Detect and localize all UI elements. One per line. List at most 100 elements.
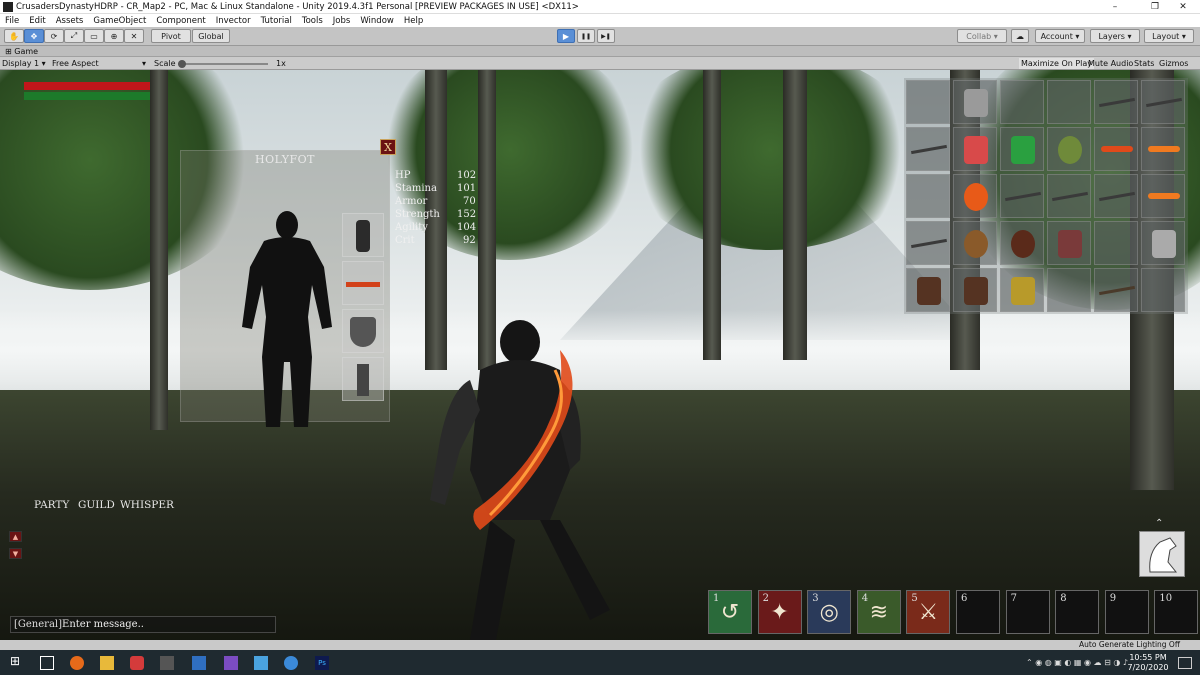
inventory-slot[interactable] — [1047, 268, 1091, 312]
menu-component[interactable]: Component — [151, 16, 210, 26]
scale-tool-icon[interactable]: ⤢ — [64, 29, 84, 43]
inventory-slot[interactable] — [953, 221, 997, 265]
hotbar-slot-4[interactable]: ≋ 4 — [856, 590, 901, 634]
hotbar-slot-3[interactable]: ◎ 3 — [807, 590, 852, 634]
menu-assets[interactable]: Assets — [51, 16, 89, 26]
step-button[interactable]: ▶❚ — [597, 29, 615, 43]
visual-studio-icon[interactable] — [224, 656, 238, 670]
hand-tool-icon[interactable]: ✋ — [4, 29, 24, 43]
pause-button[interactable]: ❚❚ — [577, 29, 595, 43]
inventory-slot[interactable] — [1141, 221, 1185, 265]
custom-tool-icon[interactable]: ✕ — [124, 29, 144, 43]
inventory-slot[interactable] — [1094, 268, 1138, 312]
app-icon[interactable] — [254, 656, 268, 670]
inventory-slot[interactable] — [1047, 127, 1091, 171]
inventory-slot[interactable] — [1141, 80, 1185, 124]
hotbar-slot-9[interactable]: 9 — [1104, 590, 1149, 634]
app-icon[interactable] — [130, 656, 144, 670]
equip-slot-boots[interactable] — [342, 357, 384, 401]
inventory-slot[interactable] — [1000, 174, 1044, 218]
clock-date[interactable]: 7/20/2020 — [1126, 663, 1170, 672]
inventory-slot[interactable] — [1094, 80, 1138, 124]
rotate-tool-icon[interactable]: ⟳ — [44, 29, 64, 43]
hotbar-slot-6[interactable]: 6 — [956, 590, 1000, 634]
windows-start-icon[interactable]: ⊞ — [10, 654, 24, 668]
aspect-dropdown[interactable]: Free Aspect ▾ — [52, 58, 148, 69]
menu-edit[interactable]: Edit — [24, 16, 50, 26]
app-icon[interactable] — [284, 656, 298, 670]
layers-dropdown[interactable]: Layers ▾ — [1090, 29, 1140, 43]
equip-slot-shield[interactable] — [342, 309, 384, 353]
inventory-slot[interactable] — [1000, 221, 1044, 265]
menu-jobs[interactable]: Jobs — [328, 16, 356, 26]
menu-invector[interactable]: Invector — [211, 16, 256, 26]
play-button[interactable]: ▶ — [557, 29, 575, 43]
close-panel-button[interactable]: X — [380, 139, 396, 155]
inventory-slot[interactable] — [953, 127, 997, 171]
hotbar-slot-7[interactable]: 7 — [1005, 590, 1050, 634]
inventory-slot[interactable] — [953, 268, 997, 312]
hotbar-slot-10[interactable]: 10 — [1154, 590, 1199, 634]
menu-file[interactable]: File — [0, 16, 24, 26]
display-dropdown[interactable]: Display 1 ▾ — [2, 58, 48, 69]
inventory-slot[interactable] — [1047, 174, 1091, 218]
inventory-slot[interactable] — [1094, 174, 1138, 218]
move-tool-icon[interactable]: ✥ — [24, 29, 44, 43]
minimize-button[interactable]: – — [1098, 0, 1132, 14]
scale-slider[interactable] — [178, 58, 270, 69]
maximize-on-play-toggle[interactable]: Maximize On Play — [1019, 58, 1095, 69]
inventory-slot[interactable] — [1141, 127, 1185, 171]
chat-scroll-up-button[interactable]: ▲ — [9, 531, 22, 542]
chat-scroll-down-button[interactable]: ▼ — [9, 548, 22, 559]
inventory-slot[interactable] — [1047, 221, 1091, 265]
pivot-toggle[interactable]: Pivot — [151, 29, 191, 43]
inventory-slot[interactable] — [906, 221, 950, 265]
hotbar-slot-1[interactable]: ↺ 1 — [708, 590, 752, 634]
file-explorer-icon[interactable] — [100, 656, 114, 670]
account-dropdown[interactable]: Account ▾ — [1035, 29, 1085, 43]
inventory-slot[interactable] — [953, 80, 997, 124]
chat-tab-guild[interactable]: GUILD — [78, 499, 115, 511]
game-tab[interactable]: Game — [14, 47, 38, 56]
mute-audio-toggle[interactable]: Mute Audio — [1088, 58, 1133, 69]
menu-help[interactable]: Help — [399, 16, 428, 26]
rect-tool-icon[interactable]: ▭ — [84, 29, 104, 43]
cloud-icon[interactable]: ☁ — [1011, 29, 1029, 43]
horse-mount-icon[interactable] — [1139, 531, 1185, 577]
layout-dropdown[interactable]: Layout ▾ — [1144, 29, 1194, 43]
chat-tab-party[interactable]: PARTY — [34, 499, 69, 511]
inventory-slot[interactable] — [953, 174, 997, 218]
task-view-icon[interactable] — [40, 656, 54, 670]
inventory-slot[interactable] — [906, 127, 950, 171]
stats-toggle[interactable]: Stats — [1134, 58, 1154, 69]
transform-tool-icon[interactable]: ⊕ — [104, 29, 124, 43]
inventory-slot[interactable] — [906, 174, 950, 218]
chat-input[interactable]: [General] Enter message.. — [10, 616, 276, 633]
inventory-slot[interactable] — [906, 268, 950, 312]
inventory-slot[interactable] — [1000, 127, 1044, 171]
close-window-button[interactable]: ✕ — [1166, 0, 1200, 14]
inventory-slot[interactable] — [1094, 127, 1138, 171]
global-toggle[interactable]: Global — [192, 29, 230, 43]
menu-tools[interactable]: Tools — [297, 16, 328, 26]
inventory-slot[interactable] — [906, 80, 950, 124]
equip-slot-armor[interactable] — [342, 213, 384, 257]
firefox-icon[interactable] — [70, 656, 84, 670]
notifications-icon[interactable] — [1178, 657, 1192, 669]
inventory-slot[interactable] — [1094, 221, 1138, 265]
inventory-slot[interactable] — [1141, 268, 1185, 312]
equip-slot-weapon[interactable] — [342, 261, 384, 305]
inventory-slot[interactable] — [1047, 80, 1091, 124]
hotbar-slot-2[interactable]: ✦ 2 — [757, 590, 802, 634]
menu-gameobject[interactable]: GameObject — [88, 16, 151, 26]
hotbar-slot-5[interactable]: ⚔ 5 — [906, 590, 951, 634]
tray-icons[interactable]: ⌃ ◉ ◍ ▣ ◐ ▦ ◉ ☁ ⊟ ◑ ♪ — [1026, 658, 1128, 667]
menu-tutorial[interactable]: Tutorial — [256, 16, 297, 26]
inventory-slot[interactable] — [1000, 80, 1044, 124]
inventory-slot[interactable] — [1000, 268, 1044, 312]
chat-tab-whisper[interactable]: WHISPER — [120, 499, 174, 511]
mount-toggle-chevron-up-icon[interactable]: ⌃ — [1155, 518, 1169, 529]
clock-time[interactable]: 10:55 PM — [1128, 653, 1168, 662]
gizmos-dropdown[interactable]: Gizmos — [1159, 58, 1188, 69]
photoshop-icon[interactable]: Ps — [315, 656, 329, 670]
